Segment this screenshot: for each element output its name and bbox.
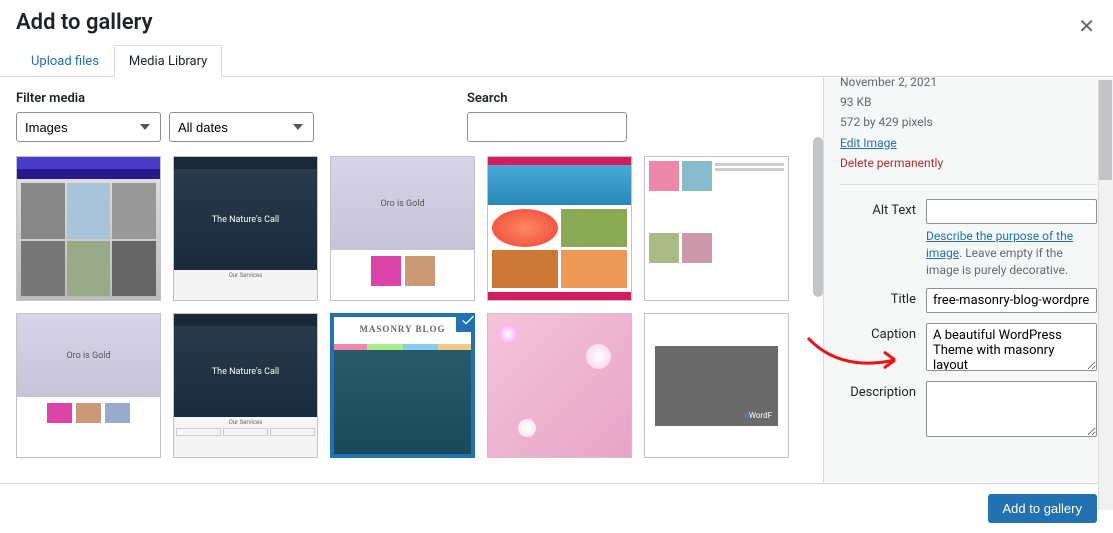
modal-content: Filter media Images All dates Search The… (0, 77, 1113, 483)
search-label: Search (467, 91, 627, 106)
media-thumb[interactable] (644, 156, 789, 301)
filter-selects: Images All dates (16, 112, 314, 142)
tab-media-library[interactable]: Media Library (114, 45, 222, 77)
add-to-gallery-button[interactable]: Add to gallery (988, 494, 1098, 523)
search-group: Search (467, 91, 627, 142)
grid-scrollbar[interactable] (813, 137, 823, 297)
caption-input[interactable] (926, 323, 1097, 371)
title-row: Title (840, 288, 1097, 313)
close-button[interactable]: ✕ (1078, 14, 1095, 39)
modal-footer: Add to gallery (0, 483, 1113, 533)
modal-header: Add to gallery ✕ (0, 0, 1113, 45)
attachment-meta: November 2, 2021 93 KB 572 by 429 pixels… (840, 77, 1097, 185)
edit-image-link[interactable]: Edit Image (840, 136, 897, 150)
page-scrollbar-track[interactable] (1098, 80, 1113, 510)
filter-date-select[interactable]: All dates (169, 112, 314, 142)
caption-row: Caption (840, 323, 1097, 371)
page-scrollbar-thumb[interactable] (1099, 80, 1112, 180)
media-thumb[interactable]: MASONRY BLOG (330, 313, 475, 458)
selected-check-icon (456, 313, 475, 332)
description-input[interactable] (926, 381, 1097, 437)
caption-label: Caption (840, 323, 916, 342)
delete-permanently-link[interactable]: Delete permanently (840, 156, 943, 170)
media-thumb[interactable]: Oro is Gold (330, 156, 475, 301)
filter-label: Filter media (16, 91, 314, 106)
filter-group: Filter media Images All dates (16, 91, 314, 142)
media-thumb[interactable] (16, 156, 161, 301)
media-thumb[interactable] (487, 313, 632, 458)
media-browser: Filter media Images All dates Search The… (0, 77, 823, 483)
search-input[interactable] (467, 112, 627, 142)
filter-type-select[interactable]: Images (16, 112, 161, 142)
media-thumb[interactable] (487, 156, 632, 301)
alt-text-label: Alt Text (840, 199, 916, 218)
alt-text-help: Describe the purpose of the image. Leave… (926, 228, 1097, 278)
add-to-gallery-modal: Add to gallery ✕ Upload files Media Libr… (0, 0, 1113, 533)
modal-title: Add to gallery (16, 10, 1097, 35)
close-icon: ✕ (1078, 16, 1095, 38)
title-input[interactable] (926, 288, 1097, 313)
alt-text-input[interactable] (926, 199, 1097, 224)
media-toolbar: Filter media Images All dates Search (16, 91, 807, 142)
description-label: Description (840, 381, 916, 400)
media-thumb[interactable]: The Nature's CallOur Services (173, 313, 318, 458)
attachment-details: November 2, 2021 93 KB 572 by 429 pixels… (823, 77, 1113, 483)
media-grid: The Nature's CallOur Services Oro is Gol… (16, 156, 807, 458)
meta-date: November 2, 2021 (840, 77, 1097, 92)
media-thumb[interactable]: eWordF (644, 313, 789, 458)
meta-dimensions: 572 by 429 pixels (840, 113, 1097, 132)
description-row: Description (840, 381, 1097, 437)
media-thumb[interactable]: The Nature's CallOur Services (173, 156, 318, 301)
alt-text-row: Alt Text (840, 199, 1097, 224)
media-thumb[interactable]: Oro is Gold (16, 313, 161, 458)
title-label: Title (840, 288, 916, 307)
meta-filesize: 93 KB (840, 93, 1097, 112)
tab-bar: Upload files Media Library (0, 45, 1113, 77)
tab-upload-files[interactable]: Upload files (16, 45, 114, 77)
